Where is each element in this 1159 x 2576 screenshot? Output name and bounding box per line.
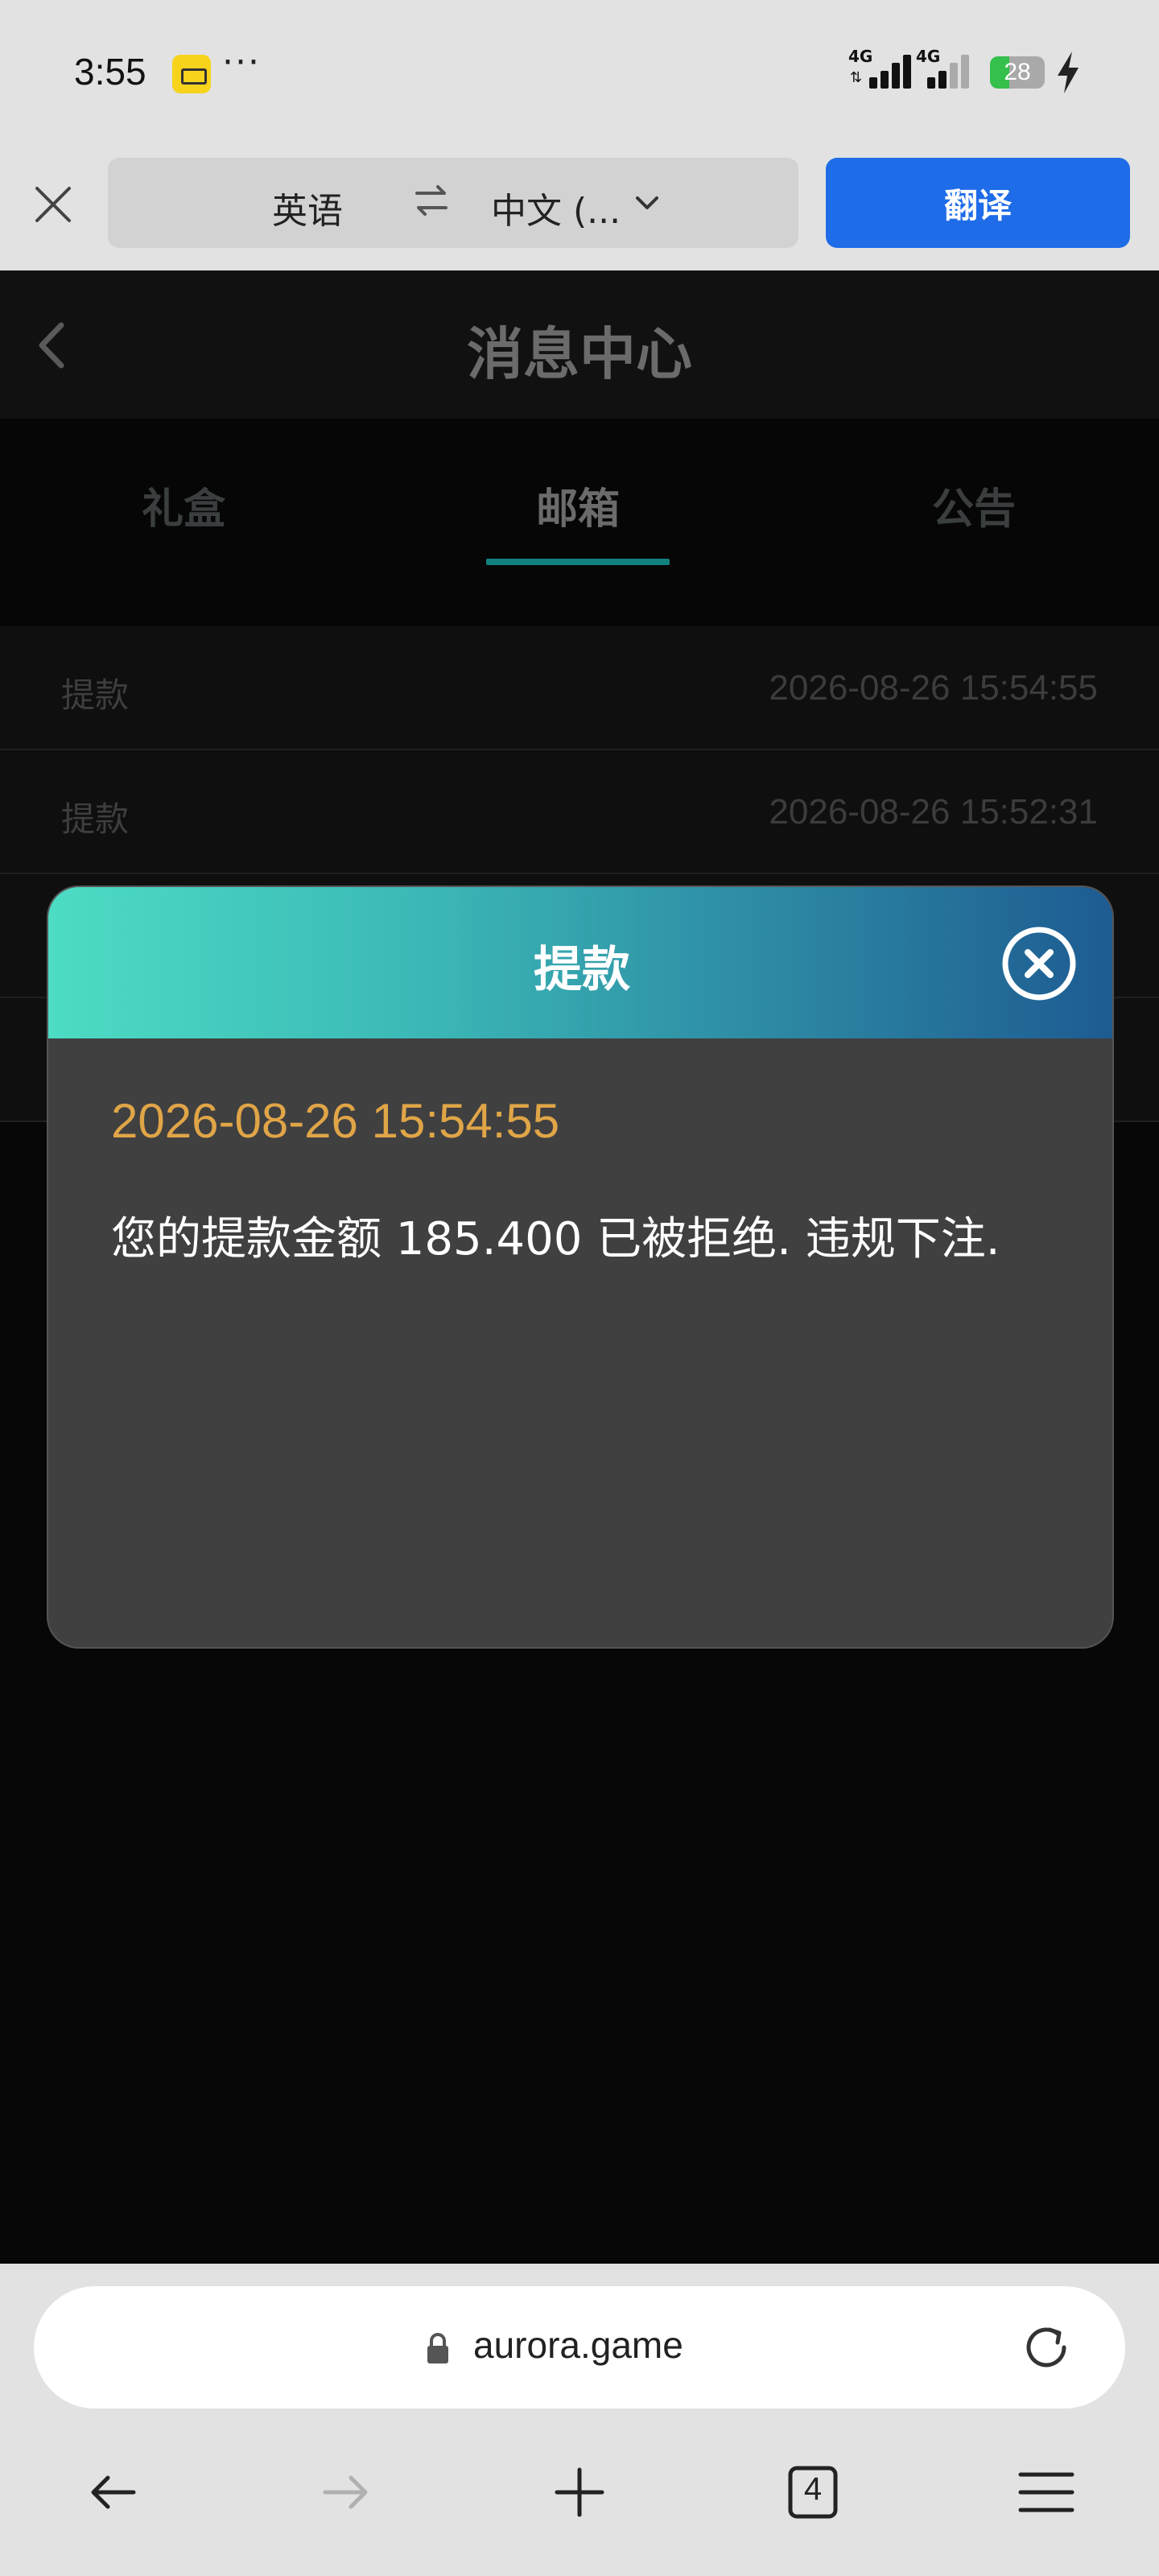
mail-time: 2026-08-26 15:52:31: [769, 792, 1098, 832]
close-icon[interactable]: [32, 184, 74, 225]
address-bar[interactable]: aurora.game: [34, 2286, 1125, 2409]
mail-item[interactable]: 提款 2026-08-26 15:54:55: [0, 626, 1159, 750]
new-tab-icon[interactable]: [547, 2460, 612, 2524]
mail-item[interactable]: 提款 2026-08-26 15:52:31: [0, 750, 1159, 874]
app-notification-icon: [172, 55, 211, 93]
source-language[interactable]: 英语: [272, 182, 343, 233]
browser-toolbar: aurora.game 4: [0, 2264, 1159, 2576]
mail-time: 2026-08-26 15:54:55: [769, 668, 1098, 708]
status-bar: 3:55 ··· 4G ⇅ 4G 28: [0, 0, 1159, 145]
dialog-message: 您的提款金额 185.400 已被拒绝. 违规下注.: [111, 1213, 1000, 1265]
back-icon[interactable]: [80, 2460, 145, 2524]
tab-bar: 礼盒 邮箱 公告: [0, 419, 1159, 625]
message-dialog: 提款 2026-08-26 15:54:55 您的提款金额 185.400 已被…: [47, 886, 1114, 1649]
target-language[interactable]: 中文 (...: [491, 182, 621, 233]
more-notifications-indicator: ···: [222, 42, 261, 83]
dialog-date: 2026-08-26 15:54:55: [111, 1094, 560, 1148]
signal-icon-2: 4G: [916, 47, 993, 89]
battery-icon: 28: [990, 56, 1045, 89]
chevron-down-icon[interactable]: [633, 190, 662, 216]
page-title: 消息中心: [467, 321, 692, 387]
language-selector[interactable]: 英语 中文 (...: [108, 158, 798, 248]
tab-count: 4: [803, 2471, 823, 2507]
translate-button[interactable]: 翻译: [826, 158, 1130, 248]
forward-icon[interactable]: [314, 2460, 378, 2524]
status-time: 3:55: [74, 51, 146, 93]
signal-icon: 4G ⇅: [848, 47, 926, 89]
close-circle-icon[interactable]: [1001, 926, 1077, 1001]
mail-title: 提款: [61, 799, 130, 839]
page-header: 消息中心: [0, 270, 1159, 419]
translate-bar: 英语 中文 (... 翻译: [0, 145, 1159, 270]
tab-gift-box[interactable]: 礼盒: [63, 475, 304, 535]
dialog-title: 提款: [534, 942, 630, 998]
active-tab-indicator: [486, 559, 670, 565]
tab-mailbox[interactable]: 邮箱: [457, 475, 699, 535]
tab-announcements[interactable]: 公告: [853, 475, 1095, 535]
charging-icon: [1058, 52, 1079, 93]
reload-icon[interactable]: [1017, 2318, 1075, 2376]
url-text[interactable]: aurora.game: [473, 2323, 683, 2367]
tabs-icon[interactable]: 4: [781, 2460, 845, 2524]
dialog-header: 提款: [48, 887, 1112, 1038]
mail-title: 提款: [61, 675, 130, 715]
lock-icon: [427, 2333, 448, 2363]
menu-icon[interactable]: [1014, 2460, 1079, 2524]
swap-icon[interactable]: [412, 179, 451, 224]
